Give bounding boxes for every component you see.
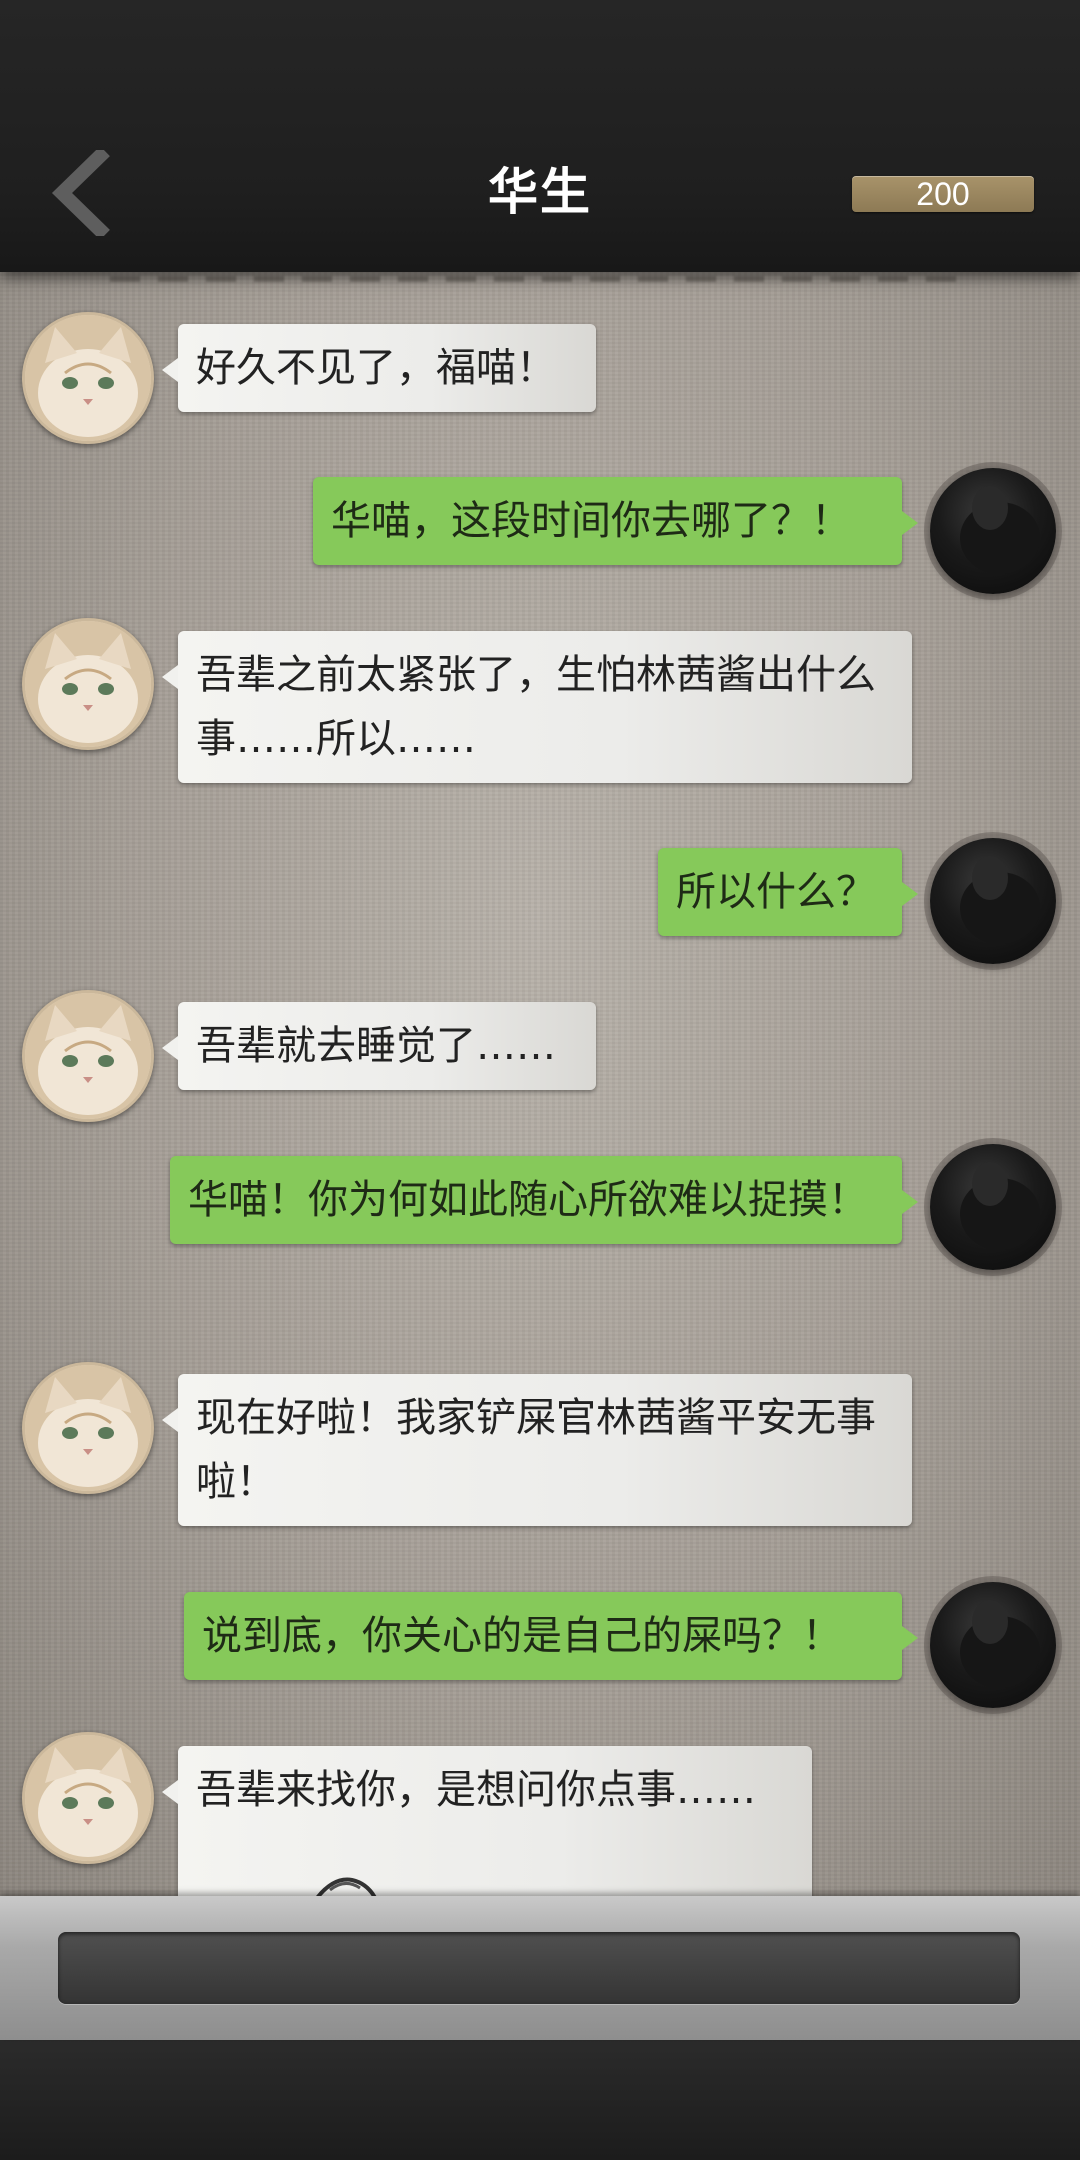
- message-bubble-left[interactable]: 现在好啦！我家铲屎官林茜酱平安无事啦！: [162, 1374, 912, 1526]
- bottom-bar: [0, 2040, 1080, 2160]
- message-bubble-right[interactable]: 所以什么？: [658, 848, 918, 936]
- cat-avatar[interactable]: [22, 618, 154, 750]
- message-text: 所以什么？: [676, 869, 876, 915]
- input-bar: [0, 1896, 1080, 2040]
- message-bubble-right[interactable]: 华喵，这段时间你去哪了？！: [313, 477, 918, 565]
- message-bubble-left[interactable]: 吾辈就去睡觉了……: [162, 1002, 596, 1090]
- message-input[interactable]: [58, 1932, 1020, 2004]
- cat-avatar[interactable]: [22, 990, 154, 1122]
- message-bubble-left[interactable]: 好久不见了，福喵！: [162, 324, 596, 412]
- cat-avatar[interactable]: [22, 1362, 154, 1494]
- message-bubble-right[interactable]: 华喵！你为何如此随心所欲难以捉摸！: [170, 1156, 918, 1244]
- message-bubble-left[interactable]: 吾辈来找你，是想问你点事……: [162, 1746, 812, 1896]
- message-bubble-right[interactable]: 说到底，你关心的是自己的屎吗？！: [184, 1592, 918, 1680]
- chat-area[interactable]: 好久不见了，福喵！ 华喵，这段时间你去哪了？！ 吾辈之前太紧张了，生怕林茜酱出什…: [0, 272, 1080, 1896]
- message-text: 吾辈之前太紧张了，生怕林茜酱出什么事……所以……: [196, 652, 876, 762]
- my-avatar[interactable]: [930, 468, 1056, 594]
- cat-avatar[interactable]: [22, 1732, 154, 1864]
- black-cat-icon: [960, 1600, 1040, 1688]
- my-avatar[interactable]: [930, 1582, 1056, 1708]
- cat-face-icon: [25, 315, 151, 441]
- cat-avatar[interactable]: [22, 312, 154, 444]
- message-text: 华喵，这段时间你去哪了？！: [331, 498, 851, 544]
- black-cat-icon: [960, 1162, 1040, 1250]
- black-cat-icon: [960, 856, 1040, 944]
- message-text: 华喵！你为何如此随心所欲难以捉摸！: [188, 1177, 868, 1223]
- message-text: 吾辈来找你，是想问你点事……: [196, 1767, 756, 1813]
- chevron-left-icon: [51, 146, 110, 240]
- my-avatar[interactable]: [930, 838, 1056, 964]
- top-bar: 华生 200: [0, 0, 1080, 272]
- black-cat-icon: [960, 486, 1040, 574]
- coin-counter: 200: [852, 176, 1034, 212]
- cat-face-icon: [25, 1735, 151, 1861]
- cat-face-icon: [25, 621, 151, 747]
- chat-title: 华生: [488, 162, 592, 221]
- message-text: 吾辈就去睡觉了……: [196, 1023, 556, 1069]
- back-button[interactable]: [48, 146, 118, 240]
- cat-face-icon: [25, 1365, 151, 1491]
- message-text: 现在好啦！我家铲屎官林茜酱平安无事啦！: [196, 1395, 876, 1505]
- message-bubble-left[interactable]: 吾辈之前太紧张了，生怕林茜酱出什么事……所以……: [162, 631, 912, 783]
- message-text: 好久不见了，福喵！: [196, 345, 556, 391]
- sketch-image: [316, 1877, 377, 1896]
- my-avatar[interactable]: [930, 1144, 1056, 1270]
- message-text: 说到底，你关心的是自己的屎吗？！: [202, 1613, 842, 1659]
- cat-face-icon: [25, 993, 151, 1119]
